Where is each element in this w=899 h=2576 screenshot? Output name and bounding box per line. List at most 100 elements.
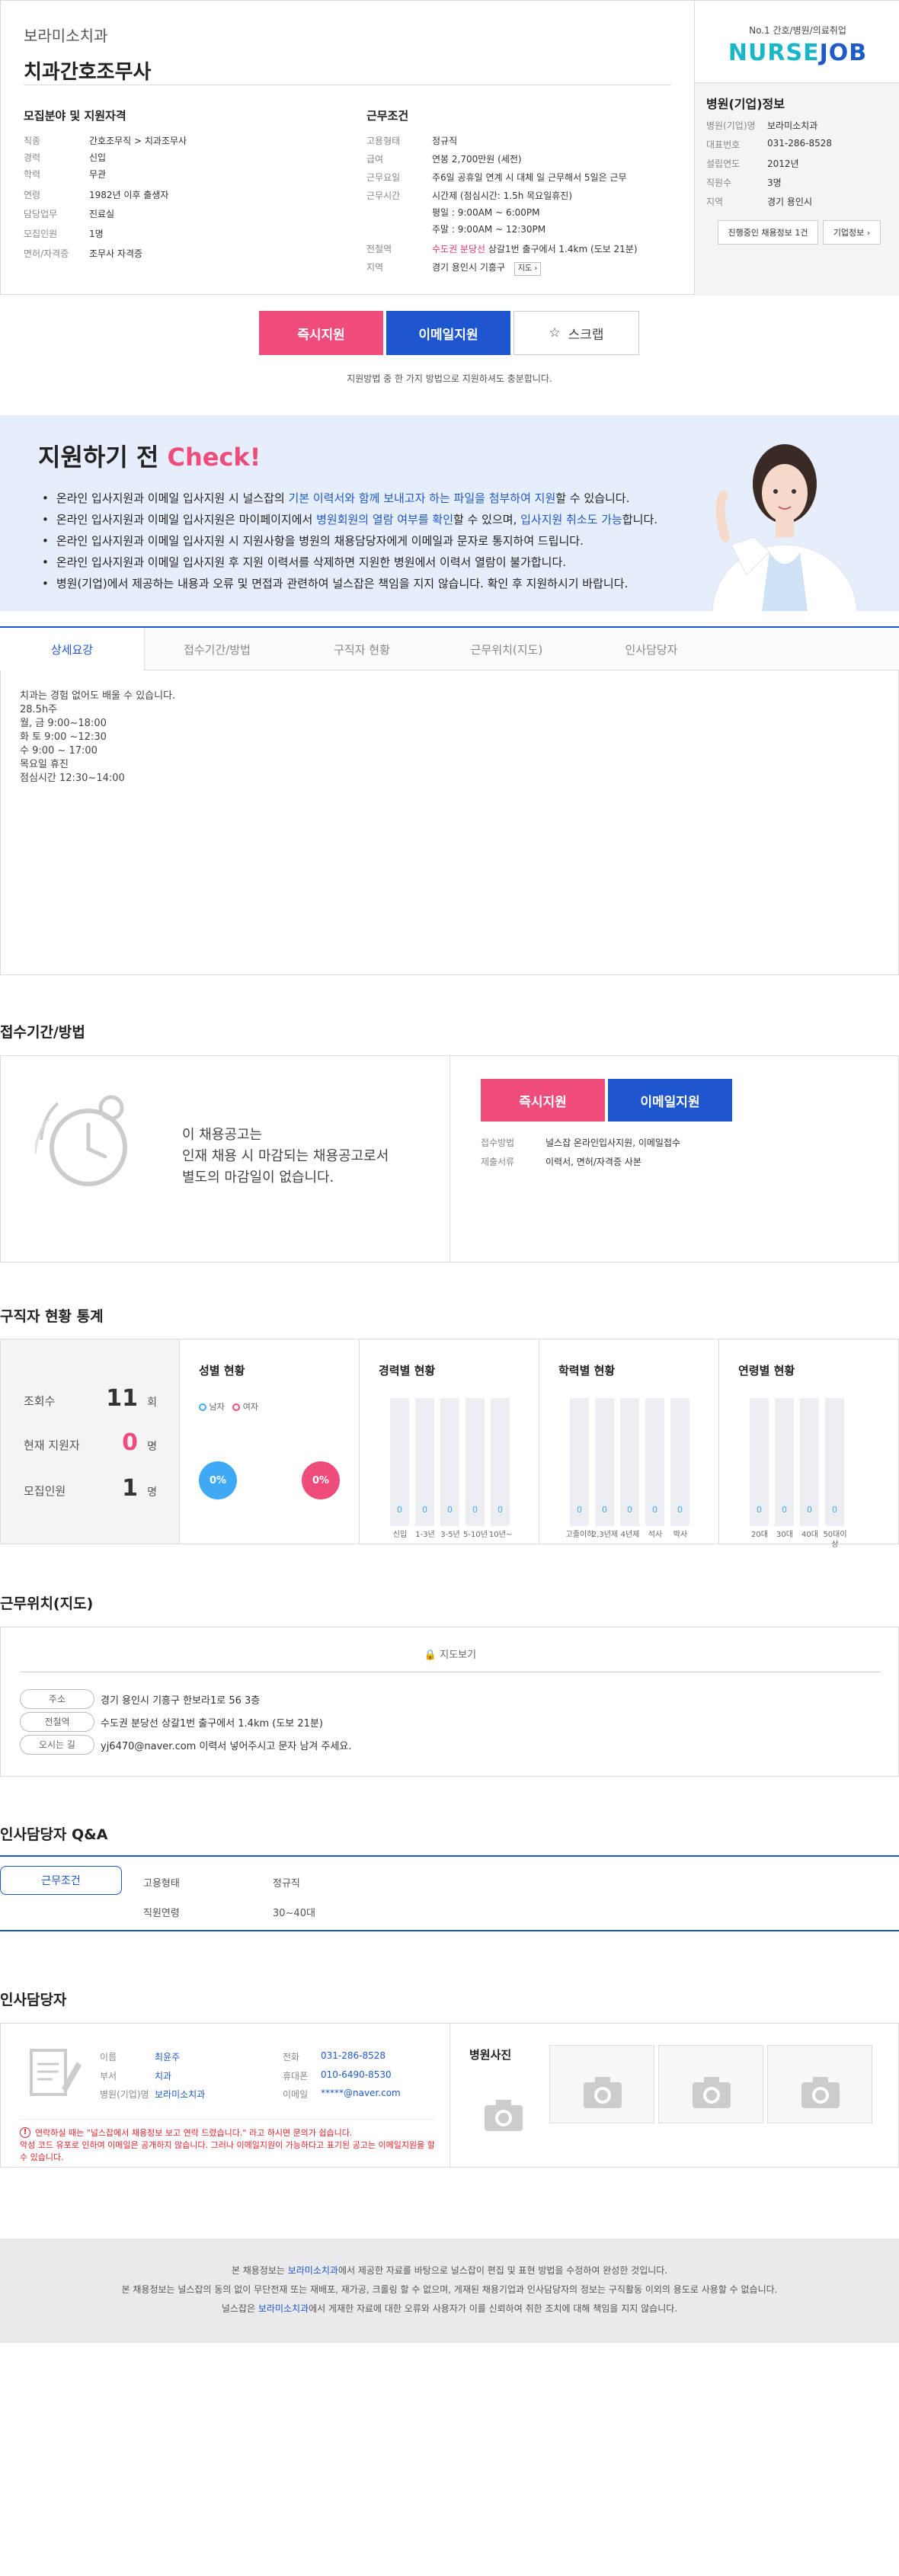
deadline-text: 인재 채용 시 마감되는 채용공고로서 — [182, 1148, 389, 1164]
detail-line: 목요일 휴진 — [20, 759, 69, 770]
detail-line: 화 토 9:00 ~12:30 — [20, 731, 107, 743]
applicants-stat: 현재 지원자 0 명 — [24, 1429, 157, 1456]
age-bar: 0 — [825, 1398, 844, 1526]
openings-stat: 모집인원 1 명 — [24, 1475, 157, 1502]
map-section-title: 근무위치(지도) — [0, 1595, 94, 1612]
tab-applicant-stats[interactable]: 구직자 현황 — [290, 628, 434, 670]
age-bar: 0 — [775, 1398, 794, 1526]
email-apply-button[interactable]: 이메일지원 — [608, 1079, 732, 1122]
disclaimer-footer: 본 채용정보는 보라미소치과에서 제공한 자료를 바탕으로 널스잡이 편집 및 … — [0, 2238, 899, 2343]
chevron-right-icon: › — [866, 227, 871, 238]
detail-line: 월, 금 9:00~18:00 — [20, 718, 107, 729]
career-bar: 0 — [491, 1398, 510, 1526]
job-header: 보라미소치과 치과간호조무사 모집분야 및 지원자격 근무조건 직종 간호조무직 … — [0, 0, 899, 296]
education-bar: 0 — [570, 1398, 589, 1526]
instant-apply-button[interactable]: 즉시지원 — [481, 1079, 605, 1122]
job-title: 치과간호조무사 — [24, 61, 152, 84]
age-bar-value: 0 — [832, 1505, 837, 1515]
education-bar: 0 — [670, 1398, 689, 1526]
detail-tabs: 상세요강 접수기간/방법 구직자 현황 근무위치(지도) 인사담당자 — [0, 626, 899, 670]
age-bar-value: 0 — [782, 1505, 787, 1515]
gender-stats: 성별 현황 남자 여자 0% 0% — [180, 1339, 360, 1544]
detail-content: 치과는 경험 없어도 배울 수 있습니다. 28.5h주 월, 금 9:00~1… — [0, 670, 899, 975]
company-link[interactable]: 보라미소치과 — [258, 2303, 309, 2314]
check-item: 온라인 입사지원과 이메일 입사지원은 마이페이지에서 병원회원의 열람 여부를… — [42, 509, 657, 530]
clipboard-icon — [30, 2049, 82, 2096]
exclamation-icon: ! — [20, 2127, 30, 2138]
detail-line: 수 9:00 ~ 17:00 — [20, 745, 98, 757]
education-stats: 학력별 현황 0 고졸이하 0 2,3년제 0 4년제 0 석사 0 박사 — [539, 1339, 719, 1544]
education-bar-value: 0 — [627, 1505, 632, 1515]
age-bar-value: 0 — [757, 1505, 762, 1515]
detail-line: 28.5h주 — [20, 704, 58, 715]
education-bar-value: 0 — [602, 1505, 607, 1515]
check-item: 온라인 입사지원과 이메일 입사지원 시 지원사항을 병원의 채용담당자에게 이… — [42, 530, 657, 552]
location-box: 🔒 지도보기 주소 경기 용인시 기흥구 한보라1로 56 3층 전철역 수도권 분… — [0, 1627, 899, 1777]
company-link[interactable]: 보라미소치과 — [288, 2265, 338, 2276]
apply-note: 지원방법 중 한 가지 방법으로 지원하셔도 충분합니다. — [347, 373, 552, 384]
conditions-heading: 근무조건 — [366, 109, 409, 123]
company-name[interactable]: 보라미소치과 — [24, 24, 671, 46]
age-stats: 연령별 현황 0 20대 0 30대 0 40대 0 50대이상 — [719, 1339, 898, 1549]
education-bar-value: 0 — [677, 1505, 683, 1515]
check-item: 온라인 입사지원과 이메일 입사지원 후 지원 이력서를 삭제하면 지원한 병원… — [42, 552, 657, 573]
career-bar: 0 — [440, 1398, 459, 1526]
hospital-photos-title: 병원사진 — [469, 2048, 512, 2062]
tab-detail[interactable]: 상세요강 — [0, 628, 145, 670]
age-bar: 0 — [800, 1398, 819, 1526]
stats-section-title: 구직자 현황 통계 — [0, 1308, 104, 1325]
map-view-button[interactable]: 🔒 지도보기 — [1, 1646, 899, 1661]
qa-box: 근무조건 고용형태 정규직 직원연령 30~40대 — [0, 1855, 899, 1931]
camera-icon — [584, 2077, 622, 2108]
detail-line: 치과는 경험 없어도 배울 수 있습니다. — [20, 690, 176, 702]
deadline-text: 별도의 마감일이 없습니다. — [182, 1170, 334, 1186]
contact-warning: ! 연락하실 때는 "널스잡에서 채용정보 보고 연락 드렸습니다." 라고 하시… — [20, 2119, 435, 2164]
star-icon: ☆ — [549, 325, 561, 341]
career-bar: 0 — [390, 1398, 409, 1526]
camera-icon — [801, 2077, 840, 2108]
instant-apply-button[interactable]: 즉시지원 — [259, 311, 383, 355]
tab-location-map[interactable]: 근무위치(지도) — [434, 628, 579, 670]
chevron-right-icon: › — [534, 264, 538, 273]
career-bar-value: 0 — [397, 1505, 402, 1515]
tab-hr-manager[interactable]: 인사담당자 — [579, 628, 724, 670]
views-stat: 조회수 11 회 — [24, 1385, 157, 1412]
career-bar-label: 10년~ — [488, 1531, 513, 1539]
company-info-button[interactable]: 기업정보 › — [823, 220, 881, 245]
hospital-info-panel: No.1 간호/병원/의료취업 NURSEJOB 병원(기업)정보 병원(기업)… — [694, 1, 899, 296]
qa-tab-conditions[interactable]: 근무조건 — [0, 1866, 122, 1895]
career-bar-value: 0 — [497, 1505, 503, 1515]
age-bar-value: 0 — [807, 1505, 812, 1515]
education-bar: 0 — [645, 1398, 664, 1526]
hospital-info-heading: 병원(기업)정보 — [706, 97, 785, 111]
check-item: 병원(기업)에서 제공하는 내용과 오류 및 면접과 관련하여 널스잡은 책임을… — [42, 573, 657, 594]
nursejob-logo[interactable]: No.1 간호/병원/의료취업 NURSEJOB — [695, 1, 899, 83]
email-apply-button[interactable]: 이메일지원 — [386, 311, 510, 355]
applicant-stats: 조회수 11 회 현재 지원자 0 명 모집인원 1 명 성별 현황 남자 여자 0% 0%… — [0, 1339, 899, 1549]
career-bar: 0 — [415, 1398, 434, 1526]
career-bar-value: 0 — [472, 1505, 478, 1515]
nurse-illustration — [712, 444, 858, 611]
camera-icon — [485, 2100, 523, 2131]
tab-application-method[interactable]: 접수기간/방법 — [145, 628, 290, 670]
education-bar: 0 — [620, 1398, 639, 1526]
qa-section-title: 인사담당자 Q&A — [0, 1826, 108, 1843]
deadline-box: 이 채용공고는 인재 채용 시 마감되는 채용공고로서 별도의 마감일이 없습니… — [0, 1055, 899, 1262]
scrap-button[interactable]: ☆ 스크랩 — [513, 311, 639, 355]
career-bar-value: 0 — [422, 1505, 427, 1515]
detail-line: 점심시간 12:30~14:00 — [20, 773, 125, 784]
male-percent: 0% — [199, 1461, 237, 1499]
qualification-heading: 모집분야 및 지원자격 — [24, 109, 126, 123]
age-bar-label: 50대이상 — [823, 1531, 847, 1549]
deadline-section-title: 접수기간/방법 — [0, 1024, 85, 1041]
education-bar-value: 0 — [652, 1505, 657, 1515]
check-title: 지원하기 전 Check! — [38, 443, 261, 472]
job-posting-page: 보라미소치과 치과간호조무사 모집분야 및 지원자격 근무조건 직종 간호조무직 … — [0, 0, 899, 2576]
manager-section-title: 인사담당자 — [0, 1992, 67, 2008]
map-link-button[interactable]: 지도 › — [513, 262, 542, 276]
male-legend-icon — [199, 1403, 206, 1411]
career-bar: 0 — [465, 1398, 485, 1526]
lock-icon: 🔒 — [424, 1650, 437, 1661]
ongoing-jobs-button[interactable]: 진행중인 채용정보 1건 — [718, 220, 818, 245]
deadline-text: 이 채용공고는 — [182, 1127, 263, 1143]
